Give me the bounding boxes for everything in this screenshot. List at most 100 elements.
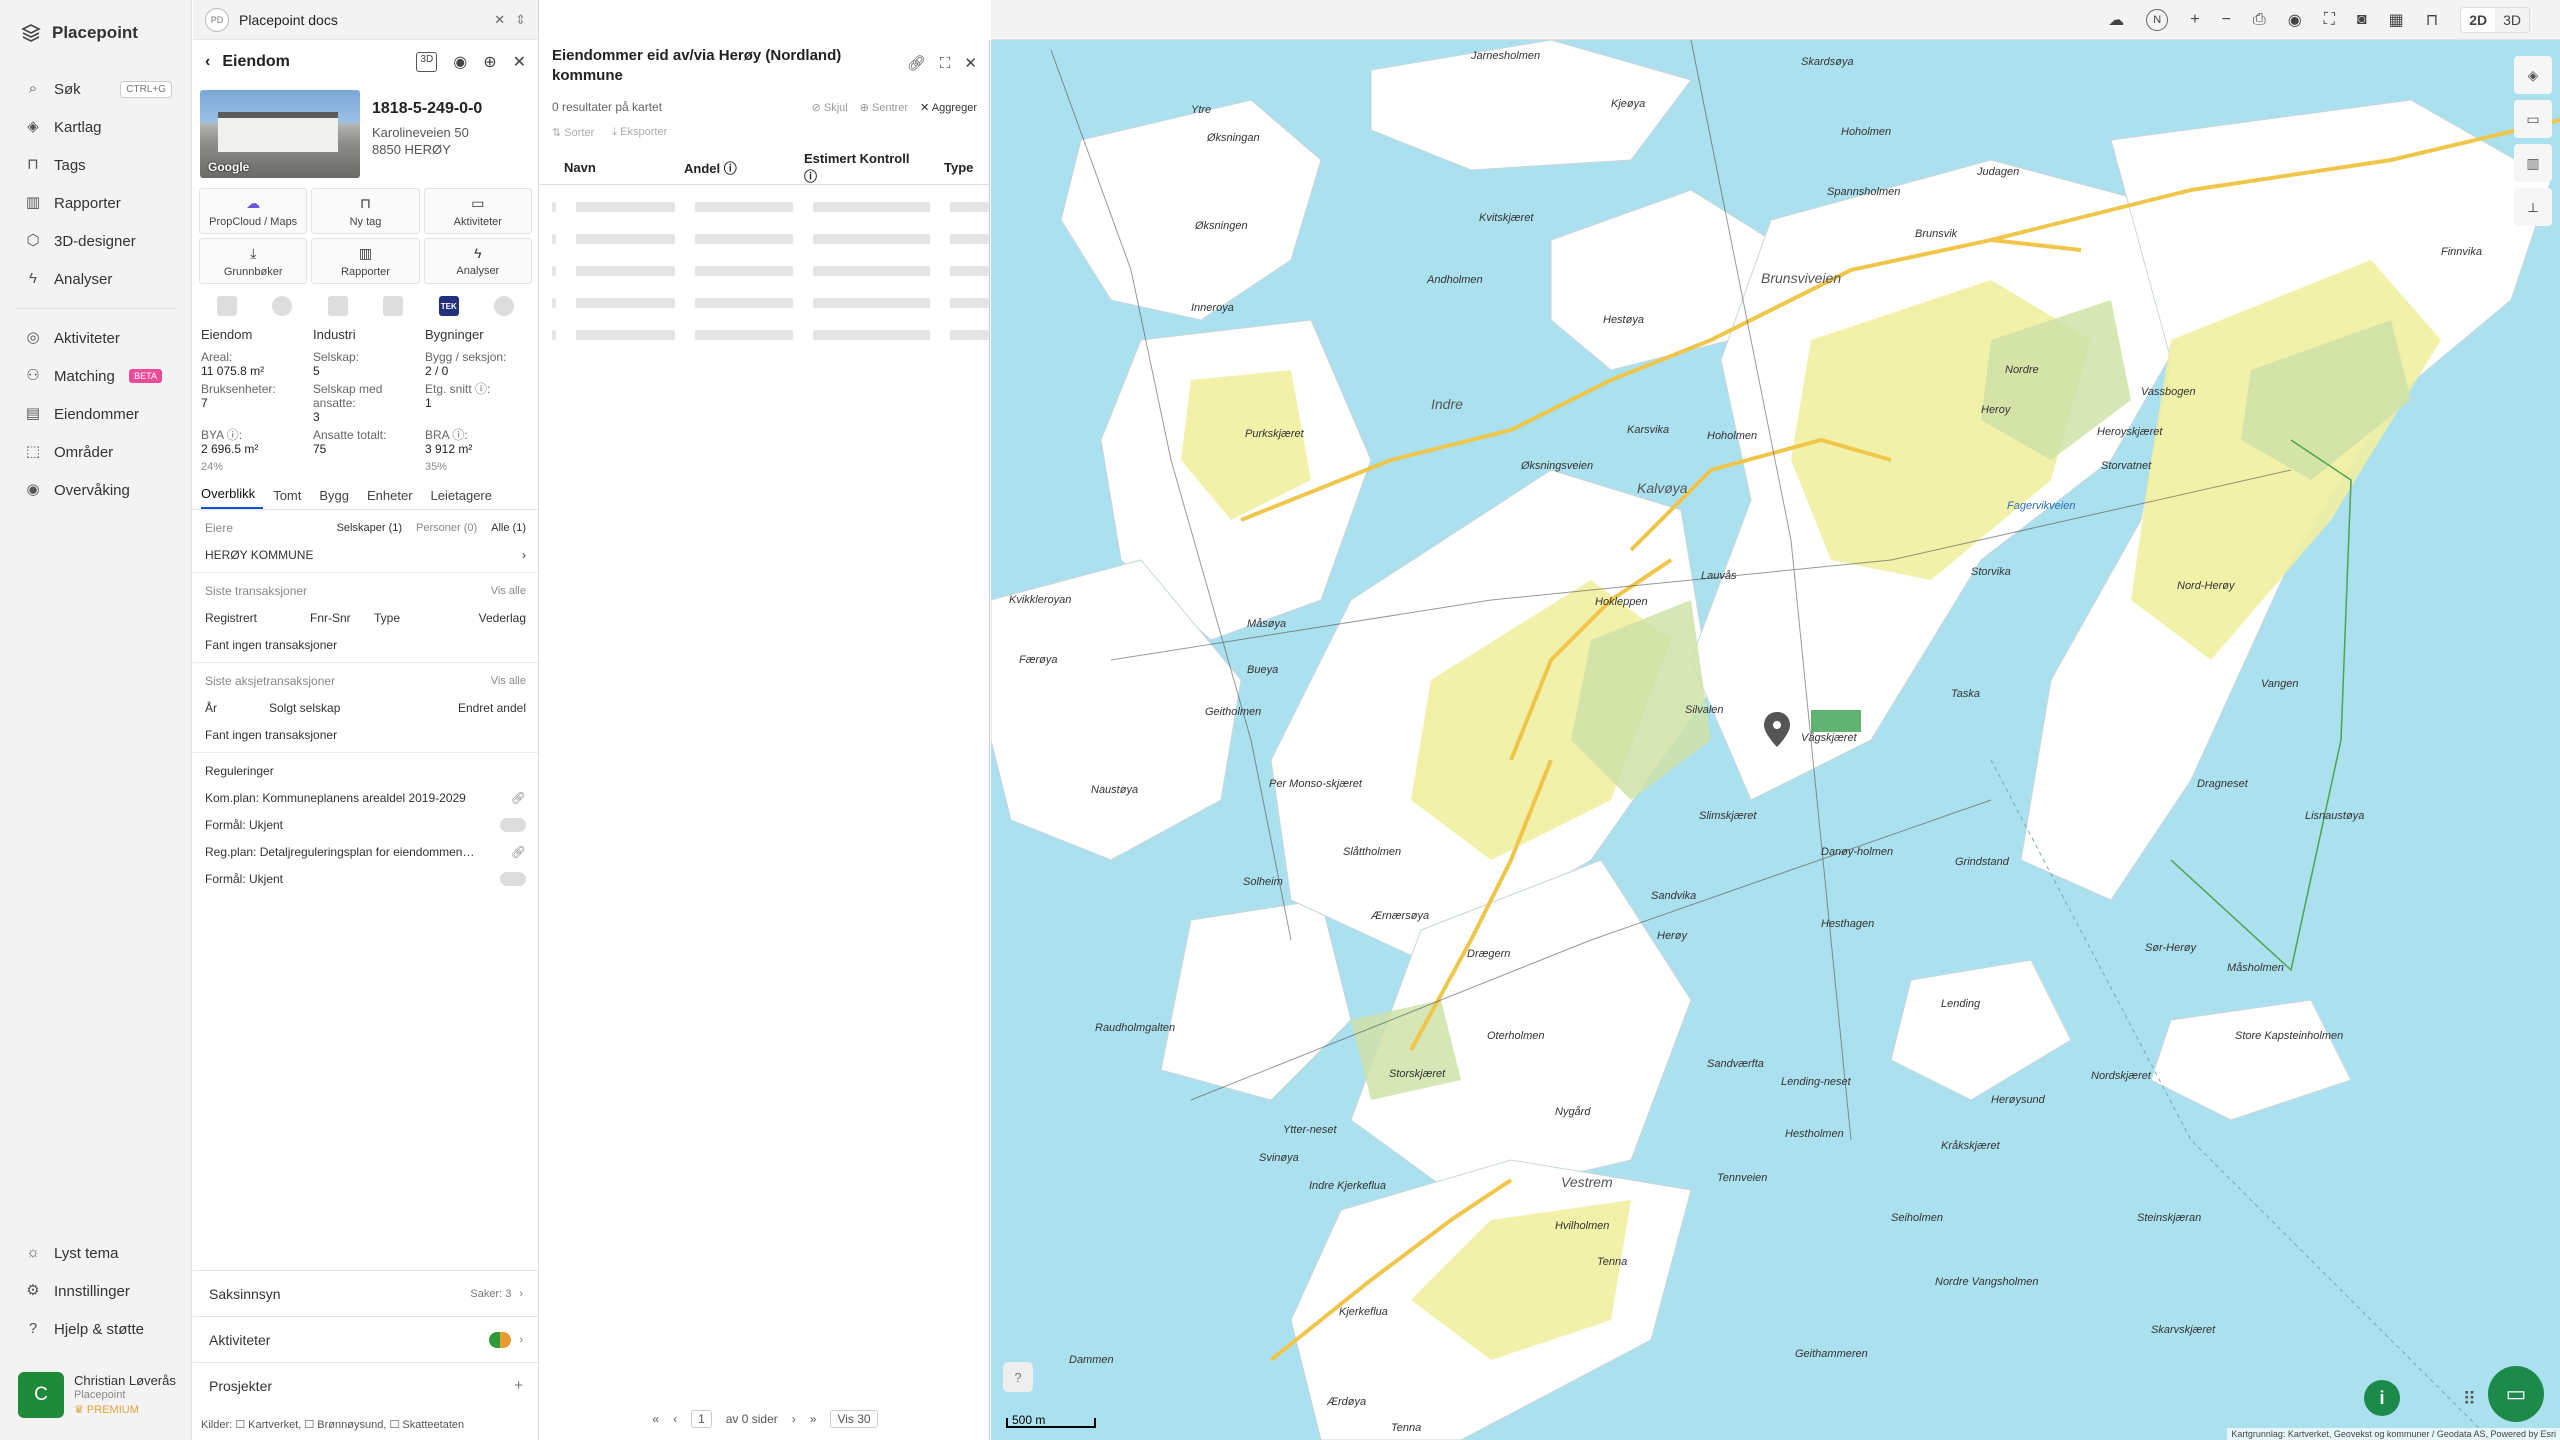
page-size-select[interactable]: Vis 30 <box>830 1410 878 1428</box>
projects-row[interactable]: Prosjekter + <box>193 1362 539 1408</box>
col-kontroll[interactable]: Estimert Kontroll ⓘ <box>784 151 924 185</box>
zoom-out-icon[interactable]: − <box>2222 11 2231 29</box>
tab-overblikk[interactable]: Overblikk <box>201 486 264 509</box>
nav-item-analyser[interactable]: ϟ Analyser <box>0 260 192 298</box>
nav-item-search[interactable]: ⌕ Søk CTRL+G <box>0 70 192 108</box>
hide-button[interactable]: ⊘ Skjul <box>812 101 848 114</box>
owner-row[interactable]: HERØY KOMMUNE › <box>193 541 538 568</box>
layers-icon: ◈ <box>27 118 39 135</box>
camera-icon[interactable]: ◙ <box>2357 11 2367 29</box>
nav-item-kartlag[interactable]: ◈ Kartlag <box>0 108 192 146</box>
source-4-icon[interactable] <box>383 296 404 316</box>
nav-item-settings[interactable]: ⚙ Innstillinger <box>0 1272 192 1310</box>
close-icon[interactable]: ✕ <box>513 52 526 72</box>
property-info[interactable]: 1818-5-249-0-0 Karolineveien 50 8850 HERØ… <box>372 90 482 178</box>
cloud-icon[interactable]: ☁ <box>2108 10 2124 30</box>
zoom-in-icon[interactable]: + <box>2190 11 2199 29</box>
chat-button[interactable]: ▭ <box>2488 1366 2544 1422</box>
view-all-link[interactable]: Vis alle <box>491 585 526 597</box>
brand[interactable]: Placepoint <box>20 22 138 44</box>
activities-tile[interactable]: ▭ Aktiviteter <box>423 188 532 234</box>
reports-tile[interactable]: ▥ Rapporter <box>311 238 420 284</box>
source-3-icon[interactable] <box>327 296 348 316</box>
tek-icon[interactable]: TEK <box>438 296 459 316</box>
grid-icon[interactable]: ▦ <box>2389 10 2404 30</box>
first-page-icon[interactable]: « <box>652 1412 659 1426</box>
nav-item-help[interactable]: ? Hjelp & støtte <box>0 1310 192 1348</box>
chart-button[interactable]: ▥ <box>2514 144 2552 182</box>
last-page-icon[interactable]: » <box>810 1412 817 1426</box>
nav-item-aktiviteter[interactable]: ◎ Aktiviteter <box>0 319 192 357</box>
layers-button[interactable]: ◈ <box>2514 56 2552 94</box>
mode-2d[interactable]: 2D <box>2461 7 2496 32</box>
col-andel[interactable]: Andel ⓘ <box>664 158 784 177</box>
street-view-photo[interactable]: Google <box>200 90 360 178</box>
close-icon[interactable]: ✕ <box>494 12 505 28</box>
measure-button[interactable]: ⟂ <box>2514 188 2552 226</box>
activities-row[interactable]: Aktiviteter › <box>193 1316 539 1362</box>
reg-item[interactable]: Reg.plan: Detaljreguleringsplan for eien… <box>193 838 538 865</box>
source-6-icon[interactable] <box>494 296 515 316</box>
propcloud-tile[interactable]: ☁ PropCloud / Maps <box>199 188 308 234</box>
help-button[interactable]: ? <box>1003 1362 1033 1392</box>
grunnboker-tile[interactable]: ⤓ Grunnbøker <box>199 238 308 284</box>
nav-item-omrader[interactable]: ⬚ Områder <box>0 433 192 471</box>
close-icon[interactable]: ✕ <box>964 54 977 74</box>
tab-bygg[interactable]: Bygg <box>319 488 357 509</box>
aggregate-button[interactable]: ✕ Aggreger <box>920 101 977 114</box>
map-attribution: Kartgrunnlag: Kartverket, Geovekst og ko… <box>2227 1428 2560 1440</box>
doc-title[interactable]: Placepoint docs <box>239 12 338 28</box>
info-button[interactable]: i <box>2364 1380 2400 1416</box>
source-1-icon[interactable] <box>216 296 237 316</box>
col-type[interactable]: Type <box>924 160 973 175</box>
next-page-icon[interactable]: › <box>792 1412 796 1426</box>
nav-item-matching[interactable]: ⚇ Matching BETA <box>0 357 192 395</box>
toggle-switch[interactable] <box>500 817 526 832</box>
view-all-link[interactable]: Vis alle <box>491 675 526 687</box>
col-navn[interactable]: Navn <box>544 160 664 175</box>
print-icon[interactable]: ⎙ <box>2253 11 2266 29</box>
area-icon: ⬚ <box>25 443 41 460</box>
nav-item-3d-designer[interactable]: ⬡ 3D-designer <box>0 222 192 260</box>
nav-item-theme[interactable]: ☼ Lyst tema <box>0 1234 192 1272</box>
nav-item-overvaking[interactable]: ◉ Overvåking <box>0 471 192 509</box>
tab-tomt[interactable]: Tomt <box>273 488 309 509</box>
filter-persons[interactable]: Personer (0) <box>416 522 477 534</box>
analyses-tile[interactable]: ϟ Analyser <box>423 238 532 284</box>
toggle-switch[interactable] <box>500 871 526 886</box>
tab-leietagere[interactable]: Leietagere <box>431 488 500 509</box>
sort-button[interactable]: ⇅ Sorter <box>552 126 594 139</box>
expand-icon[interactable]: ⛶ <box>940 54 951 74</box>
filter-all[interactable]: Alle (1) <box>491 522 526 534</box>
export-button[interactable]: ⤓ Eksporter <box>612 126 667 139</box>
basemap-button[interactable]: ▭ <box>2514 100 2552 138</box>
link-icon: 🔗︎ <box>510 790 526 805</box>
map-canvas[interactable]: Jarnesholmen Skardsøya Ytre Øksningan Kj… <box>991 40 2560 1440</box>
saksinnsyn-row[interactable]: Saksinnsyn Saker: 3 › <box>193 1270 539 1316</box>
3d-icon[interactable]: 3D <box>416 52 438 72</box>
compass-icon[interactable]: N <box>2146 8 2169 31</box>
add-icon[interactable]: ⊕ <box>483 52 496 72</box>
eye-icon[interactable]: ◉ <box>453 52 467 72</box>
source-2-icon[interactable] <box>272 296 293 316</box>
prev-page-icon[interactable]: ‹ <box>673 1412 677 1426</box>
transactions-section: Siste transaksjoner Vis alle Registrert Fn… <box>193 573 538 663</box>
chevron-updown-icon[interactable]: ⇕ <box>515 12 526 28</box>
user-card[interactable]: C Christian Løverås Placepoint ♛ PREMIUM <box>18 1372 176 1418</box>
nav-item-tags[interactable]: ⊓ Tags <box>0 146 192 184</box>
link-icon[interactable]: 🔗︎ <box>907 54 926 74</box>
back-icon[interactable]: ‹ <box>205 53 210 71</box>
center-button[interactable]: ⊕ Sentrer <box>860 101 908 114</box>
filter-companies[interactable]: Selskaper (1) <box>337 522 402 534</box>
mode-3d[interactable]: 3D <box>2495 8 2529 32</box>
eye-icon[interactable]: ◉ <box>2288 10 2302 30</box>
drag-handle-icon[interactable]: ⠿ <box>2463 1389 2476 1410</box>
reg-item[interactable]: Kom.plan: Kommuneplanens arealdel 2019-2… <box>193 784 538 811</box>
page-input[interactable]: 1 <box>691 1410 712 1428</box>
new-tag-tile[interactable]: ⊓ Ny tag <box>311 188 420 234</box>
nav-item-rapporter[interactable]: ▥ Rapporter <box>0 184 192 222</box>
bookmark-icon[interactable]: ⊓ <box>2426 10 2438 30</box>
tab-enheter[interactable]: Enheter <box>367 488 421 509</box>
nav-item-eiendommer[interactable]: ▤ Eiendommer <box>0 395 192 433</box>
fullscreen-icon[interactable]: ⛶ <box>2324 11 2335 29</box>
